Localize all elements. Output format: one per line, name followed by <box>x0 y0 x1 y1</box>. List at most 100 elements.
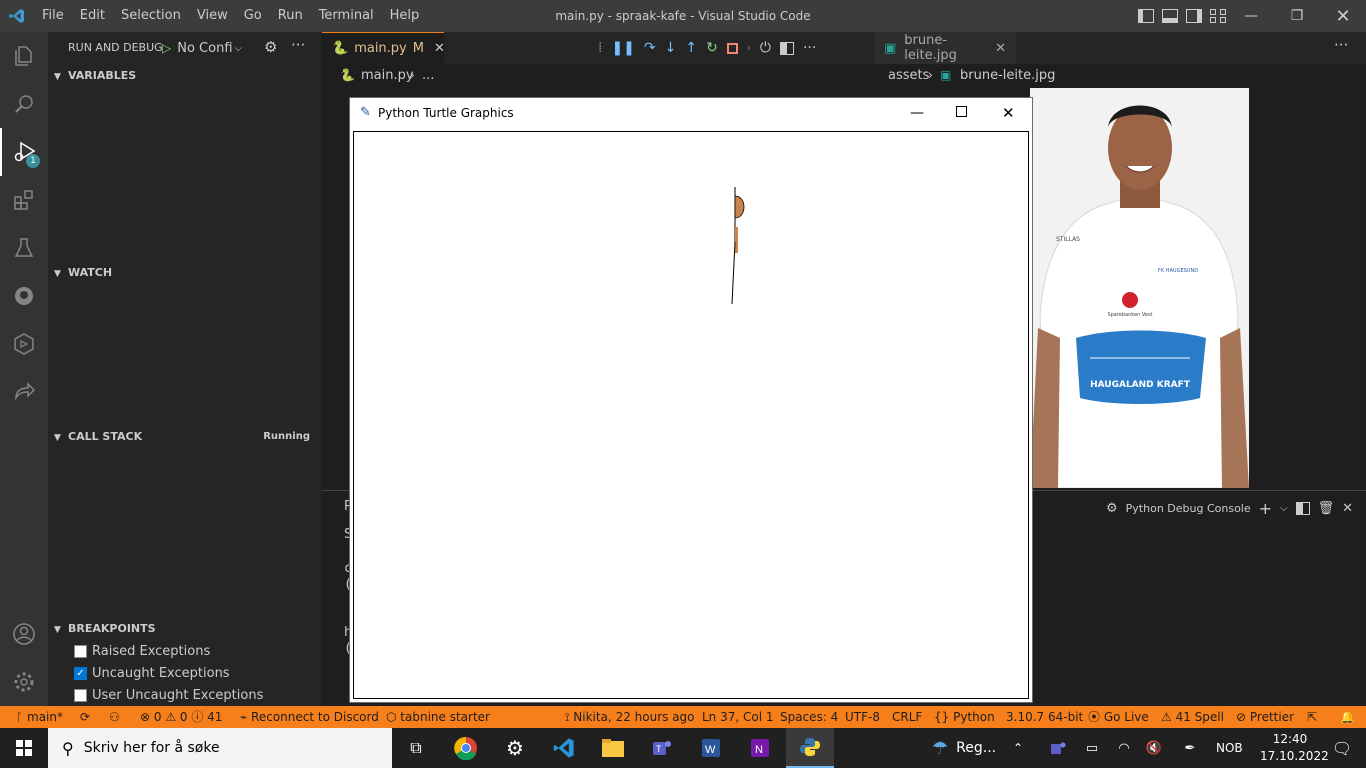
chevron-right-icon[interactable]: › <box>747 43 751 54</box>
settings-gear-icon[interactable]: ⚙ <box>495 732 535 764</box>
step-out-icon[interactable]: ↑ <box>685 40 697 56</box>
variables-section-header[interactable]: ▼ VARIABLES <box>48 65 322 87</box>
remote-explorer-icon[interactable] <box>0 320 48 368</box>
battery-icon[interactable]: ▭ <box>1080 732 1104 764</box>
teams-icon[interactable]: T <box>642 732 682 764</box>
task-view-icon[interactable]: ⧉ <box>396 732 436 764</box>
menu-go[interactable]: Go <box>236 0 270 32</box>
minimize-button[interactable]: — <box>910 98 924 128</box>
teams-tray-icon[interactable] <box>1046 732 1070 764</box>
accounts-icon[interactable] <box>0 610 48 658</box>
file-explorer-icon[interactable] <box>593 732 633 764</box>
notification-center-icon[interactable]: 🗨 <box>1322 732 1362 764</box>
weather-widget[interactable]: ☂ Reg... <box>932 728 996 768</box>
debug-config-dropdown[interactable]: ▷ No Confi ⌵ <box>162 39 242 57</box>
encoding[interactable]: UTF-8 <box>845 706 880 728</box>
clock[interactable]: 12:40 17.10.2022 <box>1260 731 1329 765</box>
menu-terminal[interactable]: Terminal <box>311 0 382 32</box>
volume-muted-icon[interactable]: 🔇 <box>1142 732 1166 764</box>
live-share-status-icon[interactable]: ⇱ <box>1307 706 1317 728</box>
taskbar-search-box[interactable]: ⚲ Skriv her for å søke <box>48 728 392 768</box>
cursor-position[interactable]: Ln 37, Col 1 <box>702 706 774 728</box>
console-label[interactable]: Python Debug Console <box>1126 502 1251 515</box>
add-terminal-icon[interactable]: + <box>1259 499 1272 518</box>
close-tab-icon[interactable]: ✕ <box>995 41 1006 56</box>
tab-brune-leite[interactable]: ▣ brune-leite.jpg ✕ <box>874 32 1016 64</box>
tabnine-item[interactable]: ⬡ tabnine starter <box>386 706 490 728</box>
spell-item[interactable]: ⚠ 41 Spell <box>1161 706 1224 728</box>
breakpoint-row[interactable]: Raised Exceptions <box>74 640 210 662</box>
explorer-icon[interactable] <box>0 32 48 80</box>
breakpoint-checkbox[interactable] <box>74 644 87 658</box>
menu-run[interactable]: Run <box>270 0 311 32</box>
breakpoints-section-header[interactable]: ▼ BREAKPOINTS <box>48 618 322 640</box>
drag-handle-icon[interactable]: ⁞ <box>598 40 602 56</box>
step-into-icon[interactable]: ↓ <box>665 40 677 56</box>
language-mode[interactable]: {} Python <box>934 706 995 728</box>
testing-flask-icon[interactable] <box>0 224 48 272</box>
close-window-button[interactable]: ✕ <box>1002 98 1015 128</box>
debug-status-icon[interactable]: ⚇ <box>109 706 120 728</box>
turtle-window-titlebar[interactable]: ✎ Python Turtle Graphics — ✕ <box>350 98 1032 128</box>
callstack-section-header[interactable]: ▼ CALL STACK Running <box>48 426 322 448</box>
debug-extra-icon[interactable]: ⏻ <box>760 40 771 56</box>
chrome-icon[interactable] <box>446 732 486 764</box>
start-debug-icon[interactable]: ▷ <box>162 41 171 55</box>
extensions-icon[interactable] <box>0 176 48 224</box>
chevron-up-icon[interactable]: ⌃ <box>1006 732 1030 764</box>
kill-terminal-icon[interactable]: 🗑 <box>1318 501 1335 516</box>
breadcrumb-file[interactable]: brune-leite.jpg <box>960 68 1055 83</box>
close-window-button[interactable]: ✕ <box>1320 0 1366 32</box>
toggle-sidebar-icon[interactable] <box>1138 9 1154 23</box>
split-editor-icon[interactable] <box>779 41 794 55</box>
chevron-down-icon[interactable]: ⌵ <box>1280 503 1288 514</box>
breakpoint-row[interactable]: User Uncaught Exceptions <box>74 684 263 706</box>
menu-view[interactable]: View <box>189 0 236 32</box>
python-interpreter[interactable]: 3.10.7 64-bit <box>1006 706 1083 728</box>
notifications-bell-icon[interactable]: 🔔 <box>1340 706 1355 728</box>
close-panel-icon[interactable]: ✕ <box>1342 501 1353 516</box>
maximize-button[interactable] <box>956 106 967 117</box>
breadcrumb-file[interactable]: main.py <box>361 68 414 83</box>
sync-icon[interactable]: ⟳ <box>80 706 90 728</box>
close-tab-icon[interactable]: ✕ <box>434 41 445 56</box>
breakpoint-row[interactable]: ✓ Uncaught Exceptions <box>74 662 230 684</box>
live-share-icon[interactable] <box>0 368 48 416</box>
toggle-secondary-sidebar-icon[interactable] <box>1186 9 1202 23</box>
more-actions-icon[interactable]: ··· <box>291 36 305 54</box>
prettier-item[interactable]: ⊘ Prettier <box>1236 706 1294 728</box>
line-ending[interactable]: CRLF <box>892 706 922 728</box>
github-icon[interactable] <box>0 272 48 320</box>
language-indicator[interactable]: NOB <box>1216 728 1243 768</box>
vscode-taskbar-icon[interactable] <box>544 732 584 764</box>
run-debug-icon[interactable]: 1 <box>0 128 48 176</box>
word-icon[interactable]: W <box>691 732 731 764</box>
restart-icon[interactable]: ↻ <box>706 40 718 56</box>
go-live-item[interactable]: ⦿ Go Live <box>1088 706 1149 728</box>
breakpoint-checkbox[interactable] <box>74 688 87 702</box>
pause-icon[interactable]: ❚❚ <box>611 40 634 56</box>
menu-selection[interactable]: Selection <box>113 0 189 32</box>
turtle-canvas[interactable] <box>353 131 1029 699</box>
menu-edit[interactable]: Edit <box>72 0 113 32</box>
wifi-icon[interactable]: ◠ <box>1112 732 1136 764</box>
tab-main-py[interactable]: 🐍 main.py M ✕ <box>322 32 445 64</box>
more-actions-icon[interactable]: ··· <box>1334 36 1348 54</box>
toggle-panel-icon[interactable] <box>1162 9 1178 23</box>
pen-icon[interactable]: ✒ <box>1178 732 1202 764</box>
menu-file[interactable]: File <box>34 0 72 32</box>
split-terminal-icon[interactable] <box>1295 501 1310 515</box>
search-icon[interactable] <box>0 80 48 128</box>
problems-item[interactable]: ⊗ 0 ⚠ 0 ⓘ 41 <box>140 706 222 728</box>
customize-layout-icon[interactable] <box>1210 9 1226 23</box>
minimize-button[interactable]: — <box>1228 0 1274 32</box>
discord-item[interactable]: ⌁ Reconnect to Discord <box>240 706 379 728</box>
restore-button[interactable]: ❐ <box>1274 0 1320 32</box>
step-over-icon[interactable]: ↷ <box>644 40 656 56</box>
more-actions-icon[interactable]: ··· <box>803 40 816 56</box>
breadcrumb-folder[interactable]: assets <box>888 68 929 83</box>
watch-section-header[interactable]: ▼ WATCH <box>48 262 322 284</box>
manage-gear-icon[interactable] <box>0 658 48 706</box>
breakpoint-checkbox[interactable]: ✓ <box>74 666 87 680</box>
windows-start-icon[interactable] <box>4 732 44 764</box>
